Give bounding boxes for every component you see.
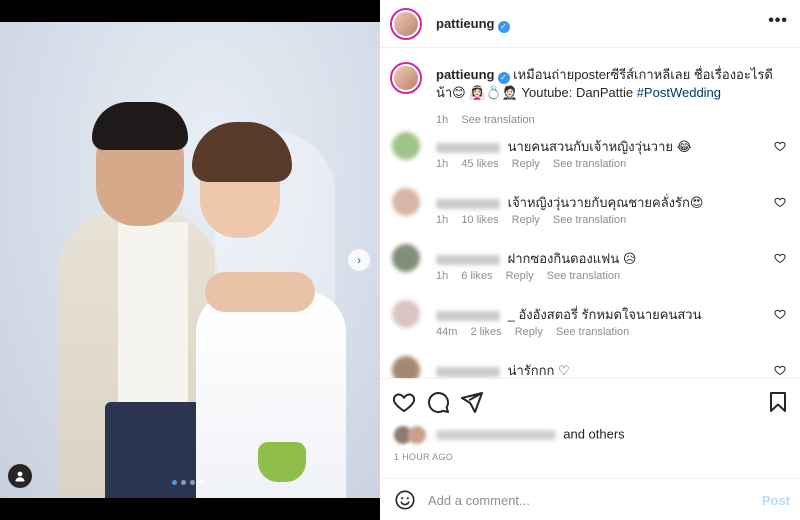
commenter-username-blurred[interactable] [436, 198, 500, 209]
comment-body: นายคนสวนกับเจ้าหญิงวุ่นวาย 😂 [436, 136, 756, 157]
caption-text-block: pattieung ✓ เหมือนถ่ายposterซีรีส์เกาหลีเ… [436, 66, 781, 101]
carousel-dot [181, 480, 186, 485]
comment-text: น่ารักกก ♡ [507, 363, 570, 378]
liked-by-others[interactable]: and others [563, 426, 624, 441]
reply-button[interactable]: Reply [515, 326, 543, 338]
post-action-bar [392, 390, 792, 414]
comment-item: _ อังอังสตอรี่ รักหมดใจนายคนสวน 44m 2 li… [390, 300, 790, 352]
see-translation-link[interactable]: See translation [556, 326, 629, 338]
groom-hair [92, 102, 188, 150]
add-comment-bar: Post [380, 478, 800, 520]
verified-badge-icon: ✓ [497, 72, 510, 84]
caption-time: 1h [436, 114, 449, 126]
comment-item: นายคนสวนกับเจ้าหญิงวุ่นวาย 😂 1h 45 likes… [390, 132, 790, 184]
commenter-username-blurred[interactable] [436, 366, 500, 377]
commenter-avatar[interactable] [392, 132, 420, 160]
author-avatar[interactable] [390, 8, 422, 40]
share-icon[interactable] [460, 390, 484, 414]
comment-text: ฝากซองกินดองแฟน 😥 [507, 251, 637, 266]
comment-time: 44m [436, 326, 458, 338]
comment-time: 1h [436, 214, 449, 226]
heart-icon[interactable] [774, 252, 786, 264]
user-tag-icon [15, 471, 25, 482]
comment-time: 1h [436, 158, 449, 170]
comment-text: _ อังอังสตอรี่ รักหมดใจนายคนสวน [507, 307, 702, 322]
section-divider [380, 378, 800, 379]
reply-button[interactable]: Reply [512, 158, 540, 170]
see-translation-link[interactable]: See translation [461, 114, 534, 126]
commenter-avatar[interactable] [392, 188, 420, 216]
carousel-dot [190, 480, 195, 485]
commenter-username-blurred[interactable] [436, 310, 500, 321]
liked-by-row[interactable]: and others [394, 426, 625, 444]
liker-avatars [394, 426, 428, 444]
post-photo[interactable] [0, 22, 380, 498]
hashtag-link[interactable]: #PostWedding [637, 85, 721, 100]
add-comment-input[interactable] [428, 489, 738, 511]
comment-time: 1h [436, 270, 449, 282]
comment-likes[interactable]: 2 likes [470, 326, 501, 338]
bookmark-icon[interactable] [766, 390, 790, 414]
comment-icon[interactable] [426, 390, 450, 414]
heart-icon[interactable] [774, 140, 786, 152]
caption-meta: 1h See translation [436, 114, 545, 126]
commenter-avatar[interactable] [392, 300, 420, 328]
heart-icon[interactable] [774, 308, 786, 320]
reply-button[interactable]: Reply [506, 270, 534, 282]
comment-item: เจ้าหญิงวุ่นวายกับคุณชายคลั่งรัก😍 1h 10 … [390, 188, 790, 240]
comment-text: นายคนสวนกับเจ้าหญิงวุ่นวาย 😂 [507, 139, 692, 154]
heart-icon[interactable] [774, 196, 786, 208]
comment-body: เจ้าหญิงวุ่นวายกับคุณชายคลั่งรัก😍 [436, 192, 756, 213]
commenter-avatar[interactable] [392, 244, 420, 272]
comment-meta: 1h 6 likes Reply See translation [436, 270, 630, 282]
post-header: pattieung ✓ ••• [380, 0, 800, 48]
comment-body: น่ารักกก ♡ [436, 360, 756, 378]
bouquet [258, 442, 306, 482]
chevron-right-icon: › [357, 253, 361, 267]
commenter-username-blurred[interactable] [436, 254, 500, 265]
comment-item: ฝากซองกินดองแฟน 😥 1h 6 likes Reply See t… [390, 244, 790, 296]
comment-likes[interactable]: 10 likes [461, 214, 498, 226]
post-details-panel: pattieung ✓ ••• pattieung ✓ เหมือนถ่ายpost… [380, 0, 800, 520]
post-comment-button[interactable]: Post [762, 493, 790, 508]
carousel-indicator [172, 480, 204, 485]
caption-username[interactable]: pattieung [436, 67, 495, 82]
see-translation-link[interactable]: See translation [547, 270, 620, 282]
caption-author-avatar[interactable] [390, 62, 422, 94]
comment-body: ฝากซองกินดองแฟน 😥 [436, 248, 756, 269]
see-translation-link[interactable]: See translation [553, 214, 626, 226]
carousel-dot [172, 480, 177, 485]
see-translation-link[interactable]: See translation [553, 158, 626, 170]
comment-meta: 1h 45 likes Reply See translation [436, 158, 636, 170]
comments-list[interactable]: pattieung ✓ เหมือนถ่ายposterซีรีส์เกาหลีเ… [380, 48, 800, 378]
comment-body: _ อังอังสตอรี่ รักหมดใจนายคนสวน [436, 304, 756, 325]
verified-badge-icon: ✓ [497, 21, 510, 33]
post-timestamp: 1 HOUR AGO [394, 452, 454, 462]
comment-text: เจ้าหญิงวุ่นวายกับคุณชายคลั่งรัก😍 [507, 195, 704, 210]
commenter-avatar[interactable] [392, 356, 420, 378]
post-media-pane: › [0, 0, 380, 520]
commenter-username-blurred[interactable] [436, 142, 500, 153]
bride-shoulders [205, 272, 315, 312]
author-username[interactable]: pattieung ✓ [436, 16, 510, 33]
carousel-dot [199, 480, 204, 485]
comment-meta: 44m 2 likes Reply See translation [436, 326, 639, 338]
user-tag-button[interactable] [8, 464, 32, 488]
comment-item: น่ารักกก ♡ [390, 356, 790, 378]
post-caption: pattieung ✓ เหมือนถ่ายposterซีรีส์เกาหลีเ… [390, 62, 790, 136]
comment-meta: 1h 10 likes Reply See translation [436, 214, 636, 226]
liked-by-username-blurred [435, 430, 556, 440]
more-options-button[interactable]: ••• [768, 12, 788, 30]
comment-likes[interactable]: 45 likes [461, 158, 498, 170]
heart-icon[interactable] [774, 364, 786, 376]
reply-button[interactable]: Reply [512, 214, 540, 226]
bride-hair [192, 122, 292, 182]
emoji-icon[interactable] [394, 489, 416, 511]
heart-icon[interactable] [392, 390, 416, 414]
carousel-next-button[interactable]: › [348, 249, 370, 271]
comment-likes[interactable]: 6 likes [461, 270, 492, 282]
